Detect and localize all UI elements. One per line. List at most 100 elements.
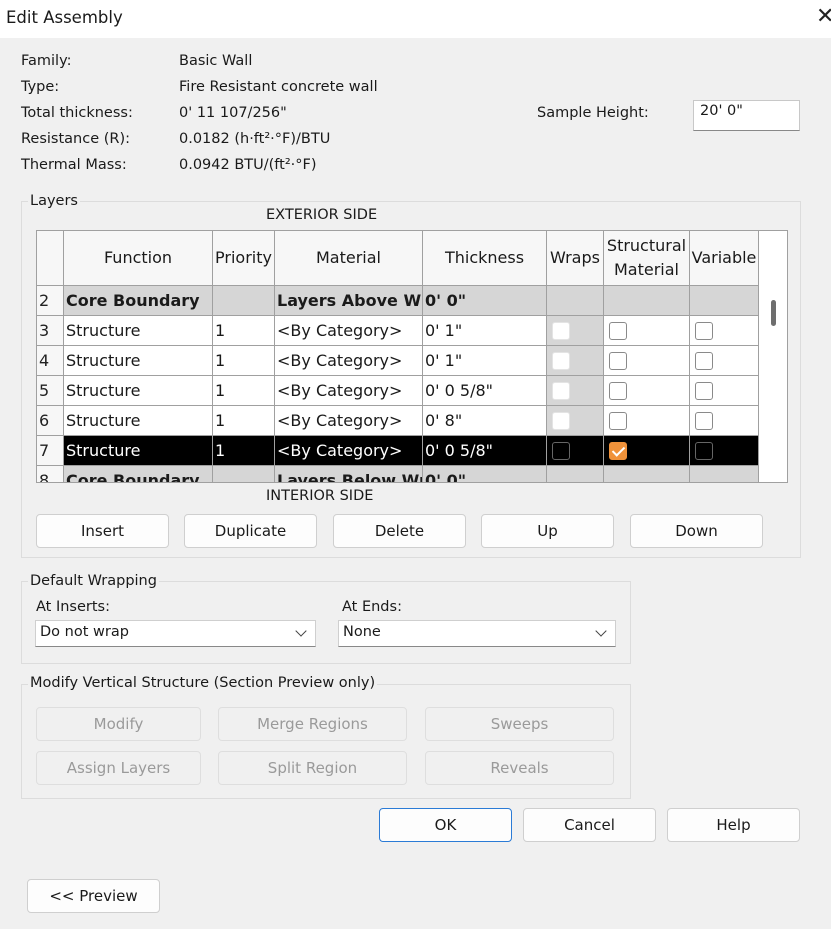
row-material[interactable]: <By Category> [275, 376, 423, 406]
row-thickness[interactable]: 0' 0" [423, 466, 547, 482]
total-thickness-value: 0' 11 107/256" [179, 105, 287, 121]
cancel-button[interactable]: Cancel [523, 808, 656, 842]
header-function[interactable]: Function [64, 231, 213, 286]
header-variable[interactable]: Variable [690, 231, 759, 286]
family-value: Basic Wall [179, 53, 253, 69]
ok-button[interactable]: OK [379, 808, 512, 842]
table-row[interactable]: 4 Structure 1 <By Category> 0' 1" [37, 346, 761, 376]
reveals-button[interactable]: Reveals [425, 751, 614, 785]
row-number[interactable]: 6 [37, 406, 64, 436]
row-priority[interactable]: 1 [213, 316, 275, 346]
row-material[interactable]: Layers Above Wr [275, 286, 423, 316]
row-priority[interactable] [213, 466, 275, 482]
row-function[interactable]: Structure [64, 346, 213, 376]
row-number[interactable]: 3 [37, 316, 64, 346]
at-inserts-value: Do not wrap [40, 624, 129, 640]
header-structural-line2: Material [614, 260, 679, 279]
row-priority[interactable]: 1 [213, 406, 275, 436]
help-button[interactable]: Help [667, 808, 800, 842]
sample-height-input[interactable]: 20' 0" [693, 100, 800, 131]
row-structural [604, 376, 690, 406]
table-row[interactable]: 6 Structure 1 <By Category> 0' 8" [37, 406, 761, 436]
variable-checkbox[interactable] [695, 351, 713, 370]
insert-button[interactable]: Insert [36, 514, 169, 548]
header-thickness[interactable]: Thickness [423, 231, 547, 286]
row-priority[interactable]: 1 [213, 346, 275, 376]
row-material[interactable]: Layers Below Wr [275, 466, 423, 482]
row-thickness[interactable]: 0' 0" [423, 286, 547, 316]
window-title: Edit Assembly [6, 8, 123, 27]
resistance-value: 0.0182 (h·ft²·°F)/BTU [179, 131, 331, 147]
up-button[interactable]: Up [481, 514, 614, 548]
variable-checkbox[interactable] [695, 441, 713, 460]
row-number[interactable]: 7 [37, 436, 64, 466]
wraps-checkbox [552, 321, 570, 340]
delete-button[interactable]: Delete [333, 514, 466, 548]
variable-checkbox[interactable] [695, 381, 713, 400]
row-wraps [547, 376, 604, 406]
resistance-label: Resistance (R): [21, 131, 131, 147]
row-variable [690, 406, 759, 436]
structural-material-checkbox[interactable] [609, 351, 627, 370]
at-ends-select[interactable]: None [338, 620, 616, 647]
thermal-mass-value: 0.0942 BTU/(ft²·°F) [179, 157, 317, 173]
row-wraps [547, 466, 604, 482]
structural-material-checkbox[interactable] [609, 321, 627, 340]
table-row[interactable]: 8 Core Boundary Layers Below Wr 0' 0" [37, 466, 761, 482]
table-row[interactable]: 5 Structure 1 <By Category> 0' 0 5/8" [37, 376, 761, 406]
interior-side-label: INTERIOR SIDE [266, 488, 374, 504]
row-function[interactable]: Structure [64, 376, 213, 406]
row-function[interactable]: Core Boundary [64, 286, 213, 316]
scrollbar-thumb[interactable] [771, 300, 776, 326]
merge-regions-button[interactable]: Merge Regions [218, 707, 407, 741]
row-variable [690, 346, 759, 376]
row-function[interactable]: Structure [64, 436, 213, 466]
row-thickness[interactable]: 0' 0 5/8" [423, 376, 547, 406]
row-priority[interactable]: 1 [213, 376, 275, 406]
row-thickness[interactable]: 0' 0 5/8" [423, 436, 547, 466]
close-icon[interactable]: ✕ [816, 4, 831, 29]
title-bar: Edit Assembly ✕ [0, 0, 831, 38]
preview-button[interactable]: << Preview [27, 879, 160, 913]
row-number[interactable]: 4 [37, 346, 64, 376]
header-priority[interactable]: Priority [213, 231, 275, 286]
row-number[interactable]: 8 [37, 466, 64, 482]
row-priority[interactable]: 1 [213, 436, 275, 466]
modify-button[interactable]: Modify [36, 707, 201, 741]
row-number[interactable]: 2 [37, 286, 64, 316]
row-material[interactable]: <By Category> [275, 436, 423, 466]
row-material[interactable]: <By Category> [275, 346, 423, 376]
at-inserts-select[interactable]: Do not wrap [35, 620, 316, 647]
structural-material-checkbox-checked[interactable] [609, 441, 627, 460]
header-structural-material[interactable]: Structural Material [604, 231, 690, 286]
duplicate-button[interactable]: Duplicate [184, 514, 317, 548]
structural-material-checkbox[interactable] [609, 411, 627, 430]
variable-checkbox[interactable] [695, 411, 713, 430]
table-row[interactable]: 3 Structure 1 <By Category> 0' 1" [37, 316, 761, 346]
row-function[interactable]: Core Boundary [64, 466, 213, 482]
family-label: Family: [21, 53, 72, 69]
row-thickness[interactable]: 0' 1" [423, 346, 547, 376]
row-thickness[interactable]: 0' 1" [423, 316, 547, 346]
row-number[interactable]: 5 [37, 376, 64, 406]
row-function[interactable]: Structure [64, 316, 213, 346]
header-wraps[interactable]: Wraps [547, 231, 604, 286]
chevron-down-icon [295, 625, 307, 637]
row-function[interactable]: Structure [64, 406, 213, 436]
row-wraps [547, 406, 604, 436]
type-label: Type: [21, 79, 60, 95]
row-material[interactable]: <By Category> [275, 316, 423, 346]
row-wraps [547, 286, 604, 316]
row-priority[interactable] [213, 286, 275, 316]
assign-layers-button[interactable]: Assign Layers [36, 751, 201, 785]
variable-checkbox[interactable] [695, 321, 713, 340]
down-button[interactable]: Down [630, 514, 763, 548]
split-region-button[interactable]: Split Region [218, 751, 407, 785]
header-material[interactable]: Material [275, 231, 423, 286]
row-material[interactable]: <By Category> [275, 406, 423, 436]
row-thickness[interactable]: 0' 8" [423, 406, 547, 436]
sweeps-button[interactable]: Sweeps [425, 707, 614, 741]
structural-material-checkbox[interactable] [609, 381, 627, 400]
table-row[interactable]: 2 Core Boundary Layers Above Wr 0' 0" [37, 286, 761, 316]
table-row-selected[interactable]: 7 Structure 1 <By Category> 0' 0 5/8" [37, 436, 761, 466]
